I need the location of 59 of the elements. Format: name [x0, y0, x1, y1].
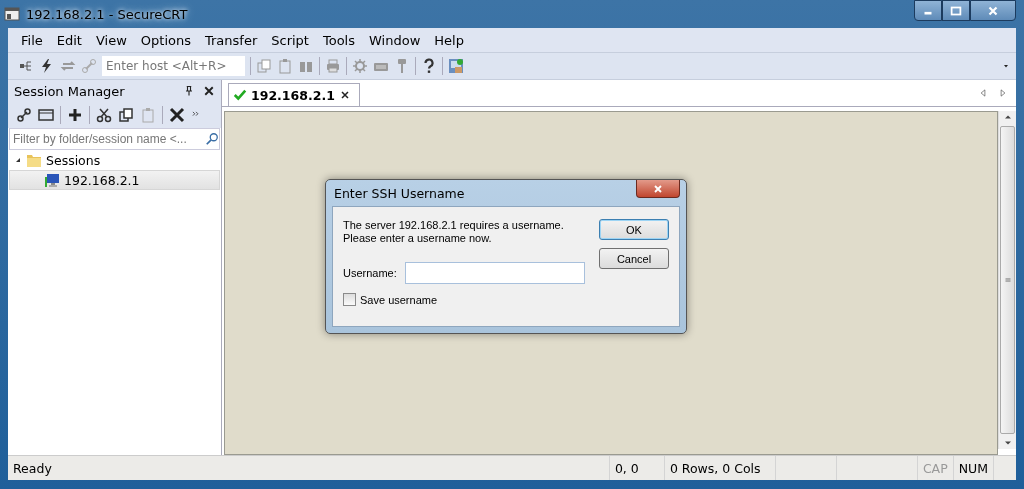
- filter-field[interactable]: Filter by folder/session name <...: [9, 128, 220, 150]
- checkmark-icon: [233, 88, 247, 102]
- menu-item[interactable]: Edit: [49, 32, 89, 48]
- dialog-button[interactable]: Cancel: [599, 248, 669, 269]
- checkbox-label: Save username: [360, 293, 438, 306]
- menu-item[interactable]: Tools: [316, 32, 362, 48]
- username-field[interactable]: [404, 262, 585, 284]
- maximize-button[interactable]: [942, 0, 970, 21]
- tree-item-label: 192.168.2.1: [64, 172, 140, 188]
- delete-icon[interactable]: [169, 107, 185, 123]
- tree-icon[interactable]: [18, 58, 34, 74]
- tree-item[interactable]: Sessions: [8, 150, 221, 170]
- cursor-position: 0, 0: [608, 456, 664, 480]
- menu-item[interactable]: Options: [133, 32, 198, 48]
- close-button[interactable]: [970, 0, 1016, 21]
- menu-item[interactable]: Window: [362, 32, 428, 48]
- panel-title: Session Manager: [14, 83, 126, 99]
- terminal-screen[interactable]: Enter SSH Username The server 192.168.2.1 requires a username. Please enter a username now. Username: Save username OK Cancel: [224, 111, 998, 455]
- app-icon: [4, 6, 20, 22]
- scrollbar[interactable]: [998, 111, 1016, 449]
- dialog-message: The server 192.168.2.1 requires a username. Please enter a username now.: [343, 219, 565, 245]
- right-arrow-icon[interactable]: [998, 88, 1008, 98]
- tree-item-label: Sessions: [46, 152, 101, 168]
- clipboard-icon[interactable]: [140, 107, 156, 123]
- window-icon[interactable]: [38, 107, 54, 123]
- dropdown-icon[interactable]: [1002, 62, 1010, 70]
- menu-item[interactable]: Transfer: [198, 32, 265, 48]
- close-button[interactable]: [636, 180, 680, 198]
- session-tab[interactable]: 192.168.2.1: [228, 83, 360, 106]
- key-indicator: NUM: [952, 456, 993, 480]
- key-indicator: CAP: [916, 456, 953, 480]
- window-title: 192.168.2.1 - SecureCRT: [26, 6, 188, 22]
- pin-icon[interactable]: [183, 85, 195, 97]
- folder-icon: [26, 152, 42, 168]
- dialog-title: Enter SSH Username: [333, 185, 465, 201]
- left-arrow-icon[interactable]: [978, 88, 988, 98]
- computer-icon: [44, 172, 60, 188]
- menu-item[interactable]: File: [14, 32, 50, 48]
- dialog-button[interactable]: OK: [599, 219, 669, 240]
- menu-item[interactable]: Help: [427, 32, 471, 48]
- host-field[interactable]: Enter host <Alt+R>: [102, 56, 245, 76]
- scissors-icon[interactable]: [96, 107, 112, 123]
- clipboard-icon[interactable]: [277, 58, 293, 74]
- close-icon[interactable]: [203, 85, 215, 97]
- menu-item[interactable]: Script: [264, 32, 316, 48]
- plus-icon[interactable]: [67, 107, 83, 123]
- status-message: Ready: [12, 459, 53, 478]
- tree-item[interactable]: 192.168.2.1: [9, 170, 220, 190]
- search-icon[interactable]: [205, 132, 219, 146]
- minimize-button[interactable]: [914, 0, 942, 21]
- save-checkbox[interactable]: [343, 293, 356, 306]
- copy-icon[interactable]: [118, 107, 134, 123]
- selection-size: 0 Rows, 0 Cols: [663, 456, 775, 480]
- username-label: Username:: [343, 267, 397, 279]
- close-icon[interactable]: [338, 89, 351, 101]
- help-icon[interactable]: [421, 58, 437, 74]
- link-icon[interactable]: [16, 107, 32, 123]
- menu-item[interactable]: View: [88, 32, 134, 48]
- expand-triangle-icon[interactable]: [14, 156, 22, 164]
